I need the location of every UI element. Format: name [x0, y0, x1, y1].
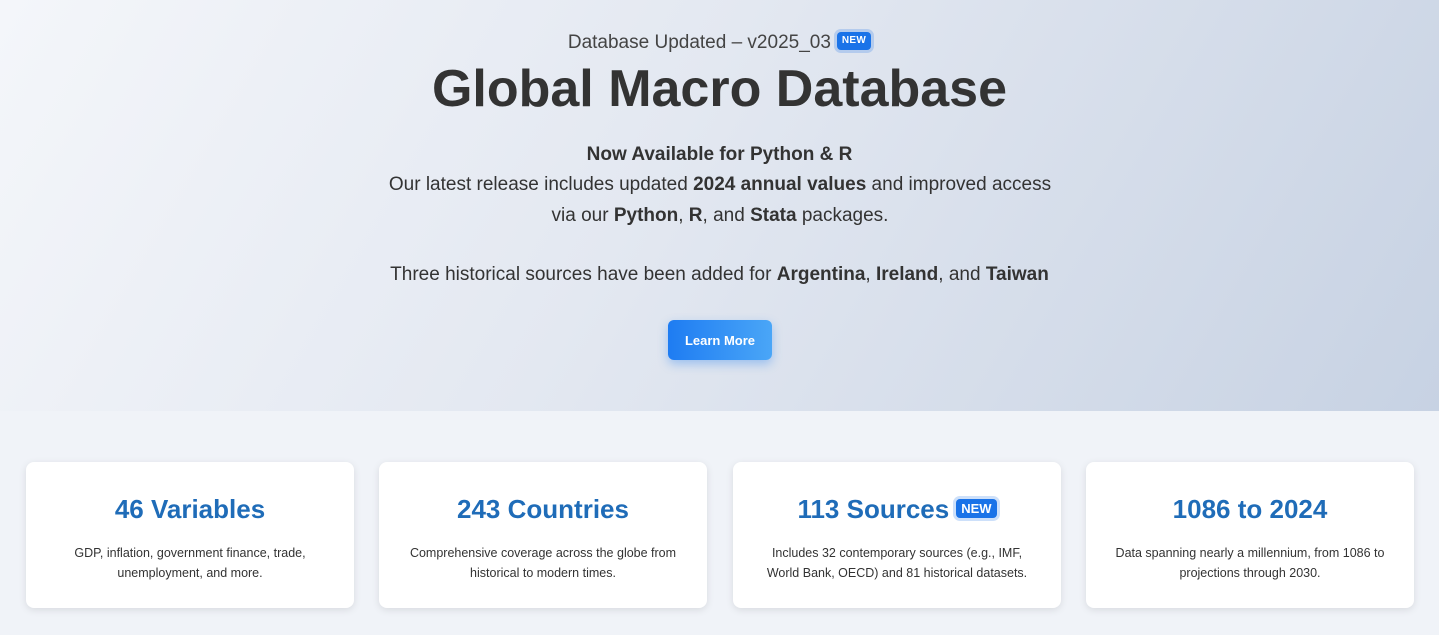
desc-highlight: Stata — [750, 204, 797, 226]
stat-description: Data spanning nearly a millennium, from … — [1115, 546, 1385, 580]
desc-highlight: 2024 annual values — [693, 174, 867, 195]
desc-text: , — [678, 204, 689, 226]
stat-title-text: 243 Countries — [457, 494, 629, 524]
stat-card-years: 1086 to 2024 Data spanning nearly a mill… — [1086, 462, 1414, 608]
stat-card-variables: 46 Variables GDP, inflation, government … — [26, 462, 354, 608]
stat-title: 113 Sources NEW — [733, 492, 1061, 526]
stat-title-text: 46 Variables — [114, 494, 266, 524]
country-name: Ireland — [875, 264, 939, 285]
added-text: , and — [938, 264, 986, 285]
added-text: Three historical sources have been added… — [390, 264, 777, 285]
stats-section: 46 Variables GDP, inflation, government … — [0, 411, 1439, 635]
hero-subtitle: Now Available for Python & R — [586, 144, 853, 165]
stat-title: 46 Variables — [26, 492, 354, 526]
stat-card-countries: 243 Countries Comprehensive coverage acr… — [379, 462, 707, 608]
desc-text: Our latest release includes updated — [388, 174, 694, 195]
added-sources-line: Three historical sources have been added… — [0, 262, 1439, 288]
desc-highlight: Python — [613, 204, 679, 226]
stat-title-text: 1086 to 2024 — [1172, 494, 1328, 524]
hero-description: Our latest release includes updated 2024… — [380, 170, 1060, 231]
update-text: Database Updated – v2025_03 — [567, 32, 831, 53]
desc-text: , and — [702, 204, 751, 226]
page-title: Global Macro Database — [431, 60, 1008, 118]
added-text: , — [865, 264, 876, 285]
stat-description: Includes 32 contemporary sources (e.g., … — [766, 546, 1028, 580]
new-badge: NEW — [836, 31, 872, 50]
stat-description: GDP, inflation, government finance, trad… — [74, 546, 306, 580]
hero-section: Database Updated – v2025_03 NEW Global Ma… — [0, 0, 1439, 411]
update-line: Database Updated – v2025_03 NEW — [0, 31, 1439, 55]
stat-title: 243 Countries — [379, 492, 707, 526]
stat-title: 1086 to 2024 — [1086, 492, 1414, 526]
desc-text: packages. — [796, 204, 889, 226]
new-badge: NEW — [956, 498, 997, 518]
stat-card-sources: 113 Sources NEW Includes 32 contemporary … — [733, 462, 1061, 608]
learn-more-button[interactable]: Learn More — [668, 320, 772, 360]
desc-highlight: R — [688, 204, 703, 226]
country-name: Taiwan — [985, 264, 1049, 285]
stat-title-text: 113 Sources — [797, 494, 950, 524]
stat-description: Comprehensive coverage across the globe … — [409, 546, 677, 580]
country-name: Argentina — [776, 264, 866, 285]
